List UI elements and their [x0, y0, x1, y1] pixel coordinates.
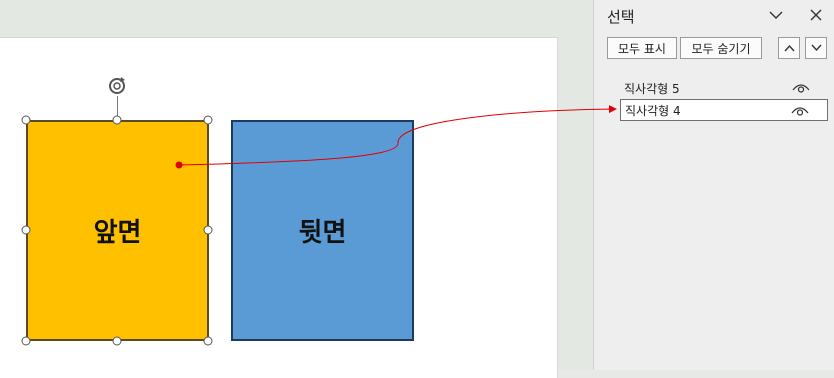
move-up-button[interactable]: [778, 37, 800, 59]
selection-pane: 선택 모두 표시 모두 숨기기 직사각형 5 직사각형 4: [593, 0, 834, 370]
show-all-button[interactable]: 모두 표시: [607, 37, 677, 59]
layer-item[interactable]: 직사각형 5: [620, 77, 828, 99]
resize-handle-left[interactable]: [21, 225, 31, 235]
chevron-down-icon: [810, 44, 822, 52]
resize-handle-right[interactable]: [203, 225, 213, 235]
move-down-button[interactable]: [805, 37, 827, 59]
resize-handle-bottom[interactable]: [112, 336, 122, 346]
shape-front[interactable]: 앞면: [26, 120, 209, 341]
shape-back[interactable]: 뒷면: [231, 120, 414, 341]
resize-handle-top-left[interactable]: [21, 115, 31, 125]
rotate-handle-icon[interactable]: [106, 74, 128, 96]
resize-handle-top[interactable]: [112, 115, 122, 125]
chevron-down-icon[interactable]: [767, 6, 785, 24]
resize-handle-bottom-left[interactable]: [21, 336, 31, 346]
layer-item-label: 직사각형 5: [624, 81, 680, 96]
show-all-label: 모두 표시: [618, 41, 666, 56]
layer-item-label: 직사각형 4: [625, 103, 681, 118]
pane-title: 선택: [607, 8, 635, 26]
shape-back-label: 뒷면: [298, 218, 347, 248]
layer-item-selected[interactable]: 직사각형 4: [620, 99, 828, 121]
chevron-up-icon: [783, 44, 795, 52]
eye-icon[interactable]: [792, 82, 810, 94]
close-icon[interactable]: [807, 6, 825, 24]
hide-all-label: 모두 숨기기: [691, 41, 751, 56]
resize-handle-bottom-right[interactable]: [203, 336, 213, 346]
resize-handle-top-right[interactable]: [203, 115, 213, 125]
eye-icon[interactable]: [791, 105, 809, 117]
shape-front-label: 앞면: [93, 218, 142, 248]
hide-all-button[interactable]: 모두 숨기기: [680, 37, 762, 59]
